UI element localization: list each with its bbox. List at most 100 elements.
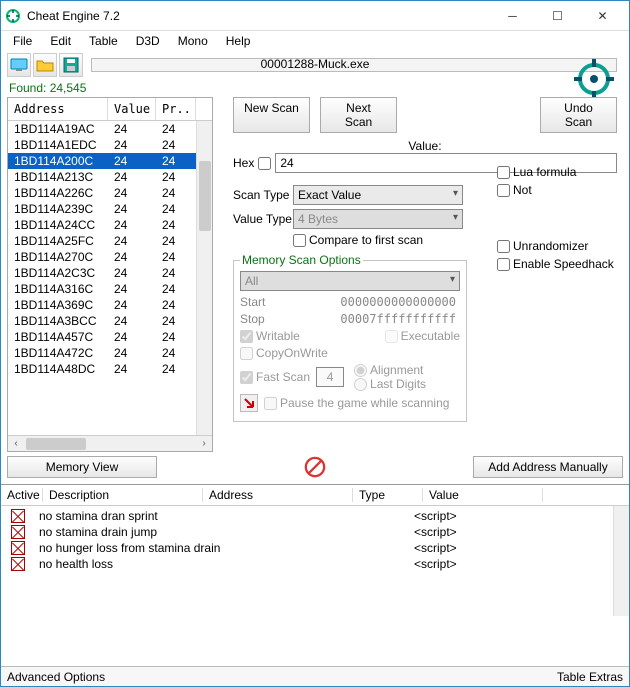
col-address[interactable]: Address [8, 98, 108, 120]
cheat-row[interactable]: no stamina drain jump<script> [1, 524, 629, 540]
result-row[interactable]: 1BD114A270C2424 [8, 249, 212, 265]
active-toggle[interactable] [11, 525, 25, 539]
cheat-table-header: Active Description Address Type Value [1, 485, 629, 506]
active-toggle[interactable] [11, 541, 25, 555]
result-row[interactable]: 1BD114A369C2424 [8, 297, 212, 313]
cheat-description: no health loss [39, 557, 414, 571]
alignment-radio[interactable]: Alignment [354, 363, 426, 377]
select-process-button[interactable] [7, 53, 31, 77]
status-bar: Advanced Options Table Extras [1, 666, 629, 686]
menu-table[interactable]: Table [81, 32, 126, 50]
menubar: File Edit Table D3D Mono Help [1, 31, 629, 51]
minimize-button[interactable]: ─ [490, 2, 535, 30]
cheat-table-scrollbar[interactable] [613, 506, 629, 616]
ct-col-value[interactable]: Value [423, 488, 543, 502]
scan-type-label: Scan Type [233, 188, 293, 202]
results-vertical-scrollbar[interactable] [196, 121, 212, 435]
result-row[interactable]: 1BD114A48DC2424 [8, 361, 212, 377]
window-title: Cheat Engine 7.2 [27, 9, 490, 23]
new-scan-button[interactable]: New Scan [233, 97, 310, 133]
monitor-icon [10, 58, 28, 72]
ct-col-active[interactable]: Active [1, 488, 43, 502]
scan-type-select[interactable]: Exact Value▾ [293, 185, 463, 205]
cheat-row[interactable]: no stamina dran sprint<script> [1, 508, 629, 524]
close-button[interactable]: ✕ [580, 2, 625, 30]
fastscan-checkbox[interactable]: Fast Scan [240, 370, 310, 384]
memory-view-button[interactable]: Memory View [7, 456, 157, 478]
result-row[interactable]: 1BD114A3BCC2424 [8, 313, 212, 329]
result-row[interactable]: 1BD114A25FC2424 [8, 233, 212, 249]
result-row[interactable]: 1BD114A213C2424 [8, 169, 212, 185]
menu-edit[interactable]: Edit [42, 32, 79, 50]
ct-col-type[interactable]: Type [353, 488, 423, 502]
stop-address-input[interactable]: 00007fffffffffff [286, 312, 460, 326]
advanced-options-button[interactable]: Advanced Options [7, 670, 105, 684]
col-previous[interactable]: Pr.. [156, 98, 196, 120]
no-entry-icon[interactable] [304, 456, 326, 478]
ct-col-address[interactable]: Address [203, 488, 353, 502]
active-toggle[interactable] [11, 509, 25, 523]
result-row[interactable]: 1BD114A316C2424 [8, 281, 212, 297]
open-button[interactable] [33, 53, 57, 77]
cheat-value: <script> [414, 541, 457, 555]
result-row[interactable]: 1BD114A472C2424 [8, 345, 212, 361]
value-type-select[interactable]: 4 Bytes▾ [293, 209, 463, 229]
result-row[interactable]: 1BD114A2C3C2424 [8, 265, 212, 281]
copyonwrite-checkbox[interactable]: CopyOnWrite [240, 346, 328, 360]
result-row[interactable]: 1BD114A226C2424 [8, 185, 212, 201]
undo-scan-button[interactable]: Undo Scan [540, 97, 617, 133]
result-row[interactable]: 1BD114A24CC2424 [8, 217, 212, 233]
speedhack-checkbox[interactable]: Enable Speedhack [497, 257, 627, 271]
cheat-row[interactable]: no hunger loss from stamina drain<script… [1, 540, 629, 556]
hex-checkbox[interactable] [258, 157, 271, 170]
chevron-down-icon: ▾ [450, 274, 455, 285]
lastdigits-radio[interactable]: Last Digits [354, 377, 426, 391]
action-row: Memory View Add Address Manually [1, 452, 629, 482]
cheat-table[interactable]: Active Description Address Type Value no… [1, 484, 629, 616]
result-row[interactable]: 1BD114A19AC2424 [8, 121, 212, 137]
next-scan-button[interactable]: Next Scan [320, 97, 397, 133]
col-value[interactable]: Value [108, 98, 156, 120]
result-row[interactable]: 1BD114A239C2424 [8, 201, 212, 217]
writable-checkbox[interactable]: Writable [240, 329, 300, 343]
lua-formula-checkbox[interactable]: Lua formula [497, 165, 627, 179]
scan-controls: New Scan Next Scan Undo Scan Value: Hex … [213, 97, 623, 452]
pause-game-checkbox[interactable]: Pause the game while scanning [264, 396, 449, 410]
start-label: Start [240, 295, 280, 309]
memory-preset-select[interactable]: All▾ [240, 271, 460, 291]
fastscan-value-input[interactable] [316, 367, 344, 387]
save-button[interactable] [59, 53, 83, 77]
cheat-description: no stamina dran sprint [39, 509, 414, 523]
result-row[interactable]: 1BD114A1EDC2424 [8, 137, 212, 153]
start-address-input[interactable]: 0000000000000000 [286, 295, 460, 309]
chevron-down-icon: ▾ [453, 188, 458, 199]
not-checkbox[interactable]: Not [497, 183, 627, 197]
cheat-value: <script> [414, 509, 457, 523]
add-address-manually-button[interactable]: Add Address Manually [473, 456, 623, 478]
app-icon [5, 8, 21, 24]
menu-help[interactable]: Help [218, 32, 259, 50]
memory-scan-legend: Memory Scan Options [240, 253, 363, 267]
right-options: Lua formula Not Unrandomizer Enable Spee… [497, 165, 627, 275]
scroll-left-icon[interactable]: ‹ [8, 438, 24, 449]
ct-col-description[interactable]: Description [43, 488, 203, 502]
cheat-row[interactable]: no health loss<script> [1, 556, 629, 572]
result-row[interactable]: 1BD114A457C2424 [8, 329, 212, 345]
scan-results-table[interactable]: Address Value Pr.. 1BD114A19AC24241BD114… [7, 97, 213, 452]
stop-label: Stop [240, 312, 280, 326]
menu-file[interactable]: File [5, 32, 40, 50]
expand-options-button[interactable] [240, 394, 258, 412]
value-header-label: Value: [233, 139, 617, 153]
maximize-button[interactable]: ☐ [535, 2, 580, 30]
table-extras-button[interactable]: Table Extras [557, 670, 623, 684]
result-row[interactable]: 1BD114A200C2424 [8, 153, 212, 169]
scroll-right-icon[interactable]: › [196, 438, 212, 449]
menu-mono[interactable]: Mono [170, 32, 216, 50]
menu-d3d[interactable]: D3D [128, 32, 168, 50]
results-horizontal-scrollbar[interactable]: ‹ › [8, 435, 212, 451]
compare-first-checkbox[interactable]: Compare to first scan [293, 233, 423, 247]
active-toggle[interactable] [11, 557, 25, 571]
cheat-description: no hunger loss from stamina drain [39, 541, 414, 555]
unrandomizer-checkbox[interactable]: Unrandomizer [497, 239, 627, 253]
executable-checkbox[interactable]: Executable [385, 329, 460, 343]
